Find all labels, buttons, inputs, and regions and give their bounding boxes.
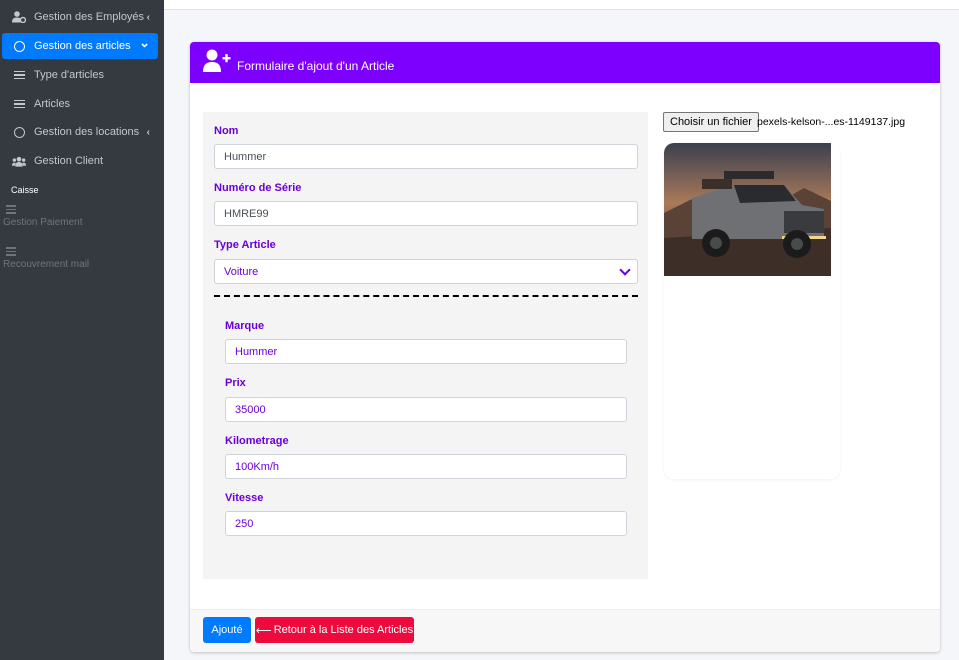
vitesse-label: Vitesse	[225, 492, 264, 504]
type-label: Type Article	[214, 239, 276, 251]
type-select[interactable]: Voiture	[214, 259, 638, 284]
sliders-icon	[6, 247, 18, 256]
prix-label: Prix	[225, 377, 246, 389]
prix-input[interactable]: 35000	[225, 397, 627, 422]
user-cog-icon	[12, 10, 26, 24]
sidebar-item-articles[interactable]: Gestion des articles ⌄	[2, 33, 158, 59]
sliders-icon	[6, 205, 18, 214]
nom-input[interactable]: Hummer	[214, 144, 638, 169]
back-to-list-button[interactable]: ⟵ Retour à la Liste des Articles	[255, 617, 414, 643]
chevron-down-icon	[619, 264, 631, 276]
sidebar-item-liste-articles[interactable]: Articles	[2, 91, 158, 117]
chevron-left-icon: ‹	[146, 126, 150, 138]
users-icon	[12, 154, 26, 168]
article-form-card: Formulaire d'ajout d'un Article Nom Humm…	[190, 42, 940, 652]
file-name: pexels-kelson-...es-1149137.jpg	[757, 116, 906, 128]
back-to-list-label: Retour à la Liste des Articles	[273, 624, 414, 636]
sidebar-item-label: Gestion des locations	[34, 126, 140, 138]
list-icon	[12, 97, 26, 111]
sidebar-item-paiement[interactable]: Gestion Paiement	[3, 205, 83, 228]
card-header: Formulaire d'ajout d'un Article	[190, 42, 940, 83]
sidebar-item-label: Type d'articles	[34, 69, 104, 81]
user-plus-icon	[203, 49, 231, 76]
serie-input[interactable]: HMRE99	[214, 201, 638, 226]
marque-label: Marque	[225, 320, 265, 332]
marque-input[interactable]: Hummer	[225, 339, 627, 364]
form-panel: Nom Hummer Numéro de Série HMRE99 Type A…	[203, 112, 648, 579]
truck-image	[664, 143, 831, 276]
nom-label: Nom	[214, 125, 239, 137]
sidebar-item-recouvrement[interactable]: Recouvrement mail	[3, 247, 89, 270]
sidebar-item-employes[interactable]: Gestion des Employés ‹	[2, 4, 158, 30]
kilometrage-input[interactable]: 100Km/h	[225, 454, 627, 479]
top-navbar	[164, 0, 959, 10]
type-select-value: Voiture	[224, 265, 259, 278]
kilometrage-label: Kilometrage	[225, 435, 289, 447]
list-icon	[12, 68, 26, 82]
sidebar-item-label: Gestion Client	[34, 155, 104, 167]
sidebar-item-locations[interactable]: Gestion des locations ‹	[2, 119, 158, 145]
arrow-left-icon: ⟵	[255, 624, 272, 637]
sidebar-item-clients[interactable]: Gestion Client	[2, 148, 158, 174]
card-title: Formulaire d'ajout d'un Article	[237, 58, 395, 73]
submit-button[interactable]: Ajouté	[203, 617, 251, 643]
sidebar-item-label: Gestion des articles	[34, 40, 131, 52]
sidebar-item-label: Gestion Paiement	[3, 217, 83, 228]
chevron-left-icon: ‹	[146, 11, 150, 23]
sidebar-section-caisse: Caisse	[11, 185, 39, 195]
circle-icon	[12, 125, 26, 139]
sidebar-item-type-articles[interactable]: Type d'articles	[2, 62, 158, 88]
circle-icon	[12, 39, 26, 53]
sidebar-item-label: Gestion des Employés	[34, 11, 145, 23]
sidebar: Gestion des Employés ‹ Gestion des artic…	[0, 0, 164, 660]
sidebar-item-label: Recouvrement mail	[3, 259, 90, 270]
choose-file-button[interactable]: Choisir un fichier	[663, 112, 759, 132]
serie-label: Numéro de Série	[214, 182, 302, 194]
vitesse-input[interactable]: 250	[225, 511, 627, 536]
image-preview	[664, 143, 840, 479]
section-divider	[214, 295, 638, 297]
sidebar-item-label: Articles	[34, 98, 71, 110]
chevron-down-icon: ⌄	[139, 35, 150, 50]
